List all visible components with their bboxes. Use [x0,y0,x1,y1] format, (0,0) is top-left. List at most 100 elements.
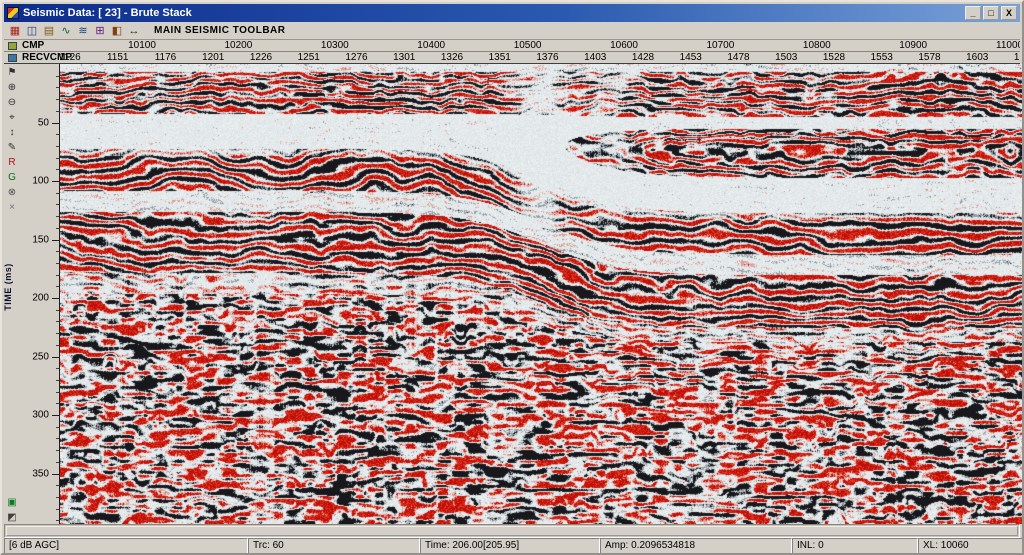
time-axis-title: TIME (ms) [3,263,13,311]
recvcmp-header-row: RECVCMP 11261151117612011226125112761301… [4,52,1020,64]
recvcmp-tick: 1276 [345,52,367,64]
time-minor-tick [56,345,59,346]
recvcmp-tick: 1151 [107,52,129,64]
cmp-tick: 10600 [610,40,638,52]
maximize-button[interactable]: □ [983,6,999,20]
layers-icon[interactable]: ▤ [42,24,56,38]
grid-plus-icon[interactable]: ⊞ [93,24,107,38]
time-tick-label: 300 [32,410,49,421]
seismic-grid-icon[interactable]: ▦ [8,24,22,38]
time-axis: 50100150200250300350 [20,64,60,524]
recvcmp-tick: 1326 [441,52,463,64]
time-minor-tick [56,158,59,159]
time-minor-tick [56,286,59,287]
time-tick-label: 250 [32,352,49,363]
recvcmp-tick: 1176 [155,52,177,64]
cmp-row-label: CMP [22,40,44,52]
cmp-tick: 10900 [899,40,927,52]
crossline-status: XL: 10060 [918,538,1024,555]
time-minor-tick [56,169,59,170]
time-minor-tick [56,146,59,147]
time-major-tick [52,123,59,124]
recvcmp-tick: 1528 [823,52,845,64]
pick-edit-icon[interactable]: ✎ [6,141,19,154]
time-minor-tick [56,134,59,135]
horizontal-scrollbar[interactable] [4,524,1020,538]
time-minor-tick [56,368,59,369]
time-minor-tick [56,204,59,205]
contrast-icon[interactable]: ◧ [110,24,124,38]
recvcmp-tick: 1428 [632,52,654,64]
cmp-tick: 10500 [514,40,542,52]
cmp-tick: 10800 [803,40,831,52]
recvcmp-tick: 1251 [298,52,320,64]
recvcmp-tick: 1376 [536,52,558,64]
app-icon [7,7,19,19]
time-major-tick [52,240,59,241]
titlebar[interactable]: Seismic Data: [ 23] - Brute Stack _ □ X [4,4,1020,22]
zoom-out-icon[interactable]: ⊖ [6,96,19,109]
time-minor-tick [56,403,59,404]
pan-horizontal-icon[interactable]: ↔ [127,24,141,38]
time-minor-tick [56,380,59,381]
toolbar-title: MAIN SEISMIC TOOLBAR [154,25,285,36]
time-minor-tick [56,485,59,486]
red-pick-icon[interactable]: R [6,156,19,169]
time-status: Time: 206.00[205.95] [420,538,600,555]
time-minor-tick [56,275,59,276]
recvcmp-tick: 1226 [250,52,272,64]
time-minor-tick [56,87,59,88]
shade-icon[interactable]: ◩ [6,511,19,524]
crosshair-icon[interactable]: ⌖ [6,111,19,124]
zoom-in-icon[interactable]: ⊕ [6,81,19,94]
close-tool-icon[interactable]: × [6,201,19,214]
seismic-window: Seismic Data: [ 23] - Brute Stack _ □ X … [0,0,1024,555]
time-minor-tick [56,497,59,498]
time-minor-tick [56,509,59,510]
time-axis-title-wrap: TIME (ms) [3,251,17,323]
window-title: Seismic Data: [ 23] - Brute Stack [23,7,192,19]
delete-pick-icon[interactable]: ⊗ [6,186,19,199]
cmp-row-icon[interactable] [8,42,17,50]
green-pick-icon[interactable]: G [6,171,19,184]
toolbar-icon-group: ▦◫▤∿≋⊞◧↔ [8,24,141,38]
vertical-scale-icon[interactable]: ↕ [6,126,19,139]
time-minor-tick [56,310,59,311]
time-minor-tick [56,438,59,439]
recvcmp-tick: 1301 [393,52,415,64]
close-button[interactable]: X [1001,6,1017,20]
time-tick-label: 150 [32,235,49,246]
recvcmp-tick: 1351 [489,52,511,64]
time-major-tick [52,357,59,358]
time-minor-tick [56,76,59,77]
recvcmp-tick: 1478 [727,52,749,64]
cmp-tick: 10100 [128,40,156,52]
recvcmp-row-icon[interactable] [8,54,17,62]
recvcmp-tick: 1503 [775,52,797,64]
cmp-tick: 10300 [321,40,349,52]
inline-status: INL: 0 [792,538,918,555]
horizontal-scrollbar-thumb[interactable] [6,526,1018,536]
time-major-tick [52,298,59,299]
time-major-tick [52,181,59,182]
seismic-display[interactable] [60,64,1024,524]
main-toolbar: ▦◫▤∿≋⊞◧↔ MAIN SEISMIC TOOLBAR [4,22,1020,40]
time-minor-tick [56,462,59,463]
status-green-icon[interactable]: ▣ [6,496,19,509]
time-minor-tick [56,193,59,194]
time-tick-label: 100 [32,176,49,187]
waveform-icon[interactable]: ≋ [76,24,90,38]
time-minor-tick [56,111,59,112]
flag-icon[interactable]: ⚑ [6,66,19,79]
time-minor-tick [56,427,59,428]
wavelet-icon[interactable]: ∿ [59,24,73,38]
recvcmp-tick: 1578 [918,52,940,64]
recvcmp-tick: 1201 [202,52,224,64]
trace-status: Trc: 60 [248,538,420,555]
time-minor-tick [56,251,59,252]
time-minor-tick [56,520,59,521]
dual-panel-icon[interactable]: ◫ [25,24,39,38]
minimize-button[interactable]: _ [965,6,981,20]
window-controls: _ □ X [965,6,1017,20]
agc-status: [6 dB AGC] [4,538,248,555]
